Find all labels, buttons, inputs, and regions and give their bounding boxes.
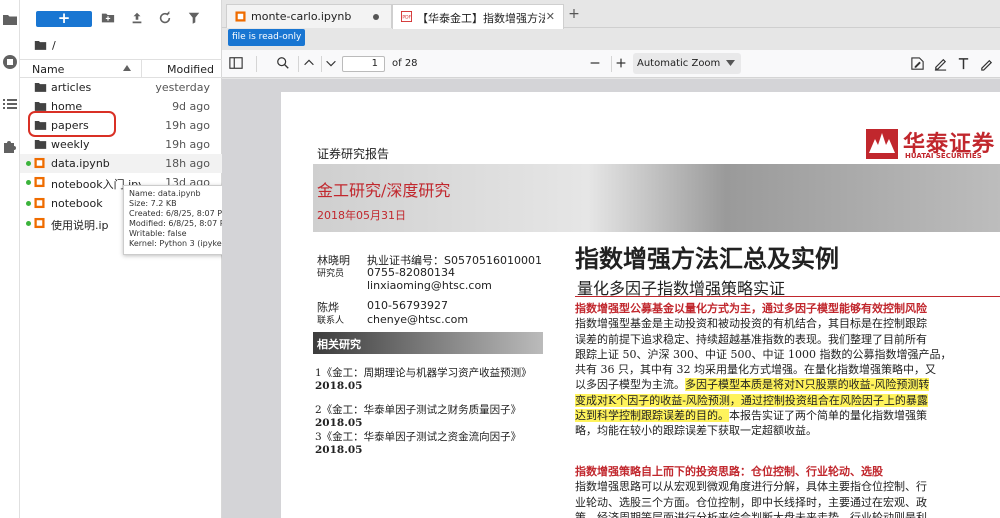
- extensions-icon[interactable]: [2, 138, 18, 154]
- file-modified: 18h ago: [165, 157, 210, 170]
- activity-bar: [0, 0, 20, 518]
- search-icon[interactable]: [276, 56, 292, 72]
- running-indicator-icon: [26, 201, 31, 206]
- folder-icon: [34, 138, 47, 150]
- breadcrumb: /: [34, 38, 56, 52]
- sort-ascending-icon[interactable]: [123, 65, 131, 71]
- tab-monte-carlo[interactable]: monte-carlo.ipynb: [226, 4, 392, 28]
- refresh-icon[interactable]: [158, 11, 174, 27]
- file-browser: + / Name Modified articles yesterday home 9…: [20, 0, 249, 518]
- related-item-3: 3《金工：华泰单因子测试之资金流向因子》 2018.05: [315, 431, 522, 456]
- main-title: 指数增强方法汇总及实例: [575, 244, 839, 273]
- running-indicator-icon: [26, 180, 31, 185]
- main-area: monte-carlo.ipynb PDF 【华泰金工】指数增强方法汇 ✕ + …: [222, 0, 1000, 518]
- page-number-input[interactable]: 1: [342, 56, 385, 72]
- highlight-icon[interactable]: [933, 56, 949, 72]
- related-item-1: 1《金工：周期理论与机器学习资产收益预测》 2018.05: [315, 367, 532, 392]
- draw-icon[interactable]: [979, 56, 995, 72]
- analyst-1-phone: 0755-82080134: [367, 266, 455, 279]
- svg-text:PDF: PDF: [402, 14, 411, 20]
- pdf-viewer[interactable]: 证券研究报告 华泰证券 HUATAI SECURITIES 金工研究/深度研究 …: [222, 79, 1000, 518]
- notebook-icon: [34, 176, 47, 188]
- analyst-1-email: linxiaoming@htsc.com: [367, 279, 492, 292]
- file-row[interactable]: data.ipynb 18h ago: [20, 154, 222, 173]
- related-title: 相关研究: [317, 338, 361, 351]
- notebook-icon: [34, 157, 47, 169]
- tab-pdf-report[interactable]: PDF 【华泰金工】指数增强方法汇 ✕: [392, 4, 564, 29]
- zoom-in-icon[interactable]: [614, 56, 630, 72]
- add-tab-icon[interactable]: +: [566, 7, 582, 23]
- unsaved-dot-icon[interactable]: [373, 14, 379, 20]
- related-item-2: 2《金工：华泰单因子测试之财务质量因子》 2018.05: [315, 404, 522, 429]
- next-page-icon[interactable]: [324, 56, 340, 72]
- analyst-1-role: 研究员: [317, 269, 345, 279]
- filter-icon[interactable]: [187, 11, 203, 27]
- running-indicator-icon: [26, 161, 31, 166]
- file-modified: 9d ago: [172, 100, 210, 113]
- notebook-icon: [34, 217, 47, 229]
- zoom-select[interactable]: Automatic Zoom: [633, 53, 741, 74]
- close-icon[interactable]: ✕: [546, 10, 555, 23]
- zoom-out-icon[interactable]: [588, 56, 604, 72]
- previous-page-icon[interactable]: [302, 56, 318, 72]
- running-indicator-icon: [26, 221, 31, 226]
- folder-icon[interactable]: [34, 39, 47, 51]
- file-modified: yesterday: [155, 81, 210, 94]
- text-icon[interactable]: [956, 56, 972, 72]
- sidebar-toggle-icon[interactable]: [229, 56, 245, 72]
- column-name-header[interactable]: Name: [32, 63, 64, 76]
- chevron-down-icon: [726, 60, 735, 66]
- notebook-icon: [235, 11, 246, 22]
- column-modified-header[interactable]: Modified: [167, 63, 214, 76]
- breadcrumb-root[interactable]: /: [52, 39, 56, 52]
- tab-label: monte-carlo.ipynb: [251, 10, 352, 23]
- analyst-2-email: chenye@htsc.com: [367, 313, 469, 326]
- brand-logo-icon: [866, 129, 898, 159]
- file-list-header: Name Modified: [20, 59, 222, 78]
- file-name: articles: [51, 81, 92, 94]
- analyst-2-phone: 010-56793927: [367, 299, 448, 312]
- pdf-icon: PDF: [401, 11, 412, 22]
- title-divider: [575, 296, 1000, 297]
- table-of-contents-icon[interactable]: [2, 96, 18, 112]
- running-kernels-icon[interactable]: [2, 54, 18, 70]
- pdf-page: 证券研究报告 华泰证券 HUATAI SECURITIES 金工研究/深度研究 …: [281, 92, 1000, 518]
- file-modified: 19h ago: [165, 138, 210, 151]
- report-type: 证券研究报告: [317, 147, 390, 161]
- folder-icon: [34, 81, 47, 93]
- brand-english: HUATAI SECURITIES: [905, 152, 982, 160]
- zoom-value: Automatic Zoom: [637, 58, 721, 69]
- analyst-2-role: 联系人: [317, 316, 345, 326]
- read-only-badge: file is read-only: [228, 29, 306, 46]
- banner-title: 金工研究/深度研究: [317, 181, 451, 200]
- page-count: of 28: [392, 58, 418, 69]
- abstract-paragraph-2: 指数增强策略自上而下的投资思路：仓位控制、行业轮动、选股 指数增强思路可以从宏观…: [575, 465, 927, 518]
- file-row[interactable]: articles yesterday: [20, 78, 222, 97]
- highlight-annotation: [28, 111, 116, 137]
- file-row[interactable]: weekly 19h ago: [20, 135, 222, 154]
- upload-icon[interactable]: [130, 11, 146, 27]
- file-name: data.ipynb: [51, 157, 110, 170]
- tab-label: 【华泰金工】指数增强方法汇: [417, 12, 545, 25]
- file-modified: 19h ago: [165, 119, 210, 132]
- notebook-icon: [34, 197, 47, 209]
- sign-icon[interactable]: [910, 56, 926, 72]
- file-name: weekly: [51, 138, 90, 151]
- new-launcher-button[interactable]: +: [36, 11, 92, 27]
- new-folder-icon[interactable]: [101, 11, 117, 27]
- abstract-paragraph-1: 指数增强型公募基金以量化方式为主，通过多因子模型能够有效控制风险 指数增强型基金…: [575, 302, 952, 438]
- pdf-toolbar: 1 of 28 Automatic Zoom: [222, 50, 1000, 78]
- banner-date: 2018年05月31日: [317, 209, 406, 222]
- folder-icon[interactable]: [2, 12, 18, 28]
- tab-bar: monte-carlo.ipynb PDF 【华泰金工】指数增强方法汇 ✕ +: [222, 0, 1000, 29]
